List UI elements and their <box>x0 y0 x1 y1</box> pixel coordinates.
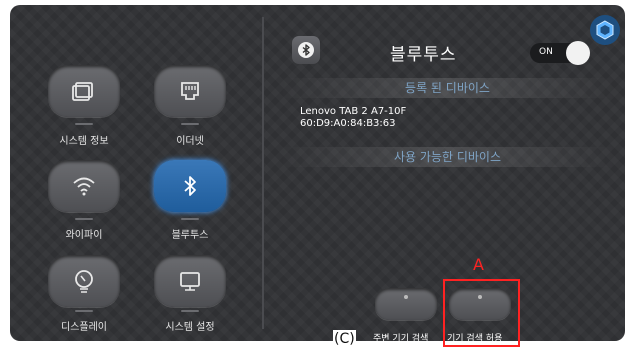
wifi-icon <box>73 177 95 196</box>
tile-indicator <box>75 310 93 312</box>
hexagon-logo-icon[interactable] <box>590 15 620 45</box>
tile-indicator <box>75 218 93 220</box>
tile-indicator <box>75 123 93 125</box>
panel-divider <box>262 17 264 329</box>
paired-device-name[interactable]: Lenovo TAB 2 A7-10F <box>300 106 406 117</box>
tile-indicator <box>181 310 199 312</box>
bluetooth-button[interactable] <box>154 160 226 212</box>
button-dot <box>404 295 408 299</box>
display-button[interactable] <box>48 255 120 307</box>
toggle-knob <box>566 41 590 65</box>
tile-label-ethernet: 이더넷 <box>176 136 204 147</box>
tile-label-display: 디스플레이 <box>61 322 107 333</box>
ethernet-icon <box>181 82 199 100</box>
tile-indicator <box>181 218 199 220</box>
scan-nearby-button[interactable] <box>375 288 437 320</box>
app-screen: 시스템 정보 이더넷 와이파이 블루투스 디스플레이 시스템 설정 블루투스 O… <box>10 5 625 341</box>
paired-device-mac: 60:D9:A0:84:B3:63 <box>300 118 396 129</box>
page-title: 블루투스 <box>390 45 457 65</box>
tile-label-bluetooth: 블루투스 <box>171 230 209 241</box>
system-settings-button[interactable] <box>154 255 226 307</box>
bluetooth-icon <box>298 42 314 58</box>
scan-nearby-label: 주변 기기 검색 <box>373 334 429 341</box>
tile-label-system-info: 시스템 정보 <box>59 136 109 147</box>
annotation-label-a: A <box>473 255 484 274</box>
system-info-button[interactable] <box>48 65 120 117</box>
system-settings-icon <box>180 272 200 291</box>
ethernet-button[interactable] <box>154 65 226 117</box>
bluetooth-icon <box>184 176 196 196</box>
annotation-label-c: (C) <box>333 330 356 348</box>
paired-devices-header: 등록 된 디바이스 <box>280 78 615 98</box>
tile-label-wifi: 와이파이 <box>65 230 103 241</box>
bluetooth-header-icon <box>292 36 320 64</box>
tile-label-system-settings: 시스템 설정 <box>165 322 215 333</box>
display-icon <box>75 270 93 293</box>
system-info-icon <box>72 82 93 101</box>
toggle-on-label: ON <box>539 47 553 57</box>
wifi-button[interactable] <box>48 160 120 212</box>
hexagon-icon <box>596 20 614 40</box>
tile-indicator <box>181 123 199 125</box>
bluetooth-toggle[interactable]: ON <box>530 41 590 65</box>
annotation-box-a <box>443 279 520 347</box>
available-devices-header: 사용 가능한 디바이스 <box>280 147 615 167</box>
